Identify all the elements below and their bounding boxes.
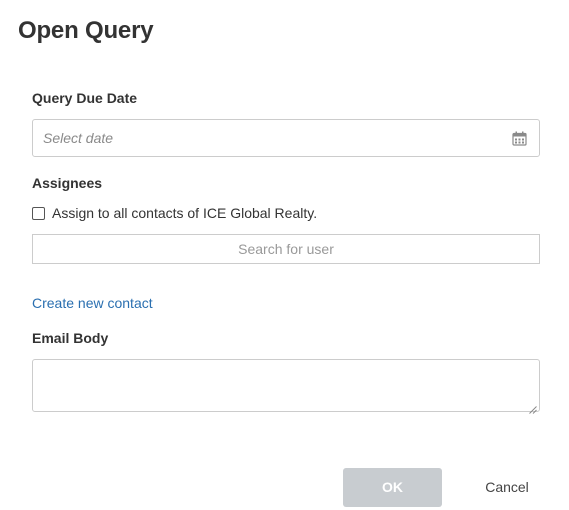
assign-all-checkbox[interactable] bbox=[32, 206, 45, 220]
cancel-button[interactable]: Cancel bbox=[470, 468, 544, 507]
resize-grip-icon[interactable] bbox=[529, 401, 537, 414]
create-new-contact-link[interactable]: Create new contact bbox=[32, 295, 153, 311]
due-date-placeholder: Select date bbox=[43, 130, 114, 146]
assignees-label: Assignees bbox=[32, 175, 103, 191]
email-body-textarea[interactable] bbox=[32, 359, 540, 414]
dialog-title: Open Query bbox=[18, 17, 154, 44]
due-date-input[interactable]: Select date bbox=[32, 119, 540, 157]
assign-all-row[interactable]: Assign to all contacts of ICE Global Rea… bbox=[32, 204, 317, 222]
assign-all-label[interactable]: Assign to all contacts of ICE Global Rea… bbox=[52, 205, 317, 221]
email-body-label: Email Body bbox=[32, 330, 109, 346]
open-query-dialog: Open Query Query Due Date Select date As… bbox=[0, 0, 569, 510]
search-user-input[interactable]: Search for user bbox=[32, 234, 540, 264]
calendar-icon[interactable] bbox=[512, 131, 527, 146]
due-date-label: Query Due Date bbox=[32, 90, 138, 106]
ok-button[interactable]: OK bbox=[343, 468, 442, 507]
